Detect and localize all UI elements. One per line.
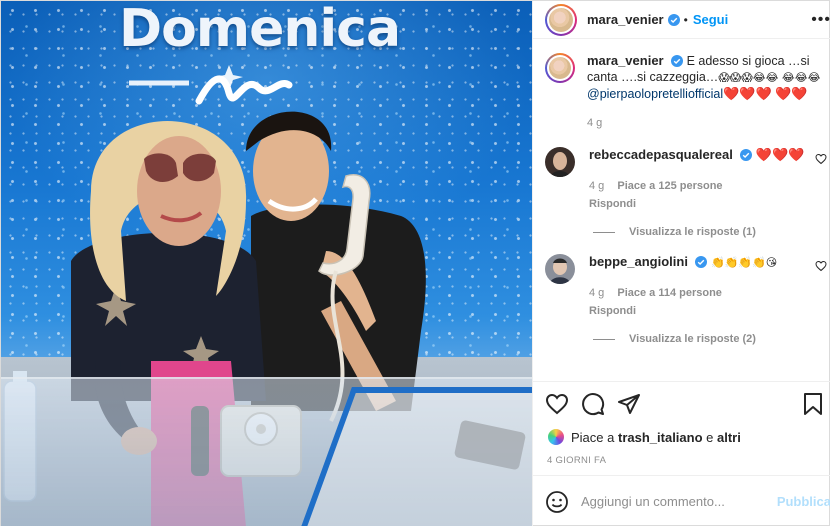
likes-prefix: Piace a [571,429,615,445]
reply-button[interactable]: Rispondi [589,303,817,319]
post-header: mara_venier • Segui ••• [533,1,830,39]
view-replies-label: Visualizza le risposte (1) [629,226,756,238]
author-avatar[interactable] [545,3,577,36]
comment-age[interactable]: 4 g [589,180,604,192]
commenter-username[interactable]: beppe_angiolini [589,254,688,269]
view-replies-button[interactable]: Visualizza le risposte (2) [593,333,827,345]
caption-body: mara_venier E adesso si gioca …si canta … [587,53,827,131]
likes-summary: Piace a trash_italiano e altri [533,425,830,449]
verified-badge-icon [740,149,753,161]
caption-hearts-2: ❤️❤️ [775,87,808,102]
header-separator: • [683,12,688,27]
like-heart-icon[interactable] [545,392,569,416]
liker-username[interactable]: trash_italiano [618,430,703,445]
comment-likes-count[interactable]: Piace a 125 persone [617,180,722,192]
liker-avatar[interactable] [547,428,565,446]
likes-others-link[interactable]: altri [717,430,741,445]
add-comment-bar: Pubblica [533,475,830,526]
share-paper-plane-icon[interactable] [617,392,641,416]
replies-line [593,338,615,340]
caption-avatar[interactable] [545,53,575,83]
caption-emojis-2: 😂😂😂 [781,71,821,84]
view-replies-button[interactable]: Visualizza le risposte (1) [593,226,827,238]
comment-input[interactable] [581,494,777,509]
caption-emojis: 😱😱😱😂😂 [718,71,779,84]
comment-like-heart-icon[interactable] [815,153,827,165]
comment-text: ❤️❤️❤️ [755,148,805,163]
comment-like-heart-icon[interactable] [815,260,827,272]
comment-likes-count[interactable]: Piace a 114 persone [617,287,722,299]
comment-meta: 4 g Piace a 125 persone Rispondi [589,178,827,212]
emoji-smiley-icon[interactable] [545,490,569,514]
post-photo[interactable]: Domenica [1,1,532,526]
likes-middle: e [706,429,714,445]
instagram-post-modal: Domenica mara_venier • Segui ••• mara_ve… [0,0,830,526]
save-bookmark-icon[interactable] [801,392,825,416]
caption: mara_venier E adesso si gioca …si canta … [545,53,827,131]
comment-bubble-icon[interactable] [581,392,605,416]
comment-meta: 4 g Piace a 114 persone Rispondi [589,285,827,319]
caption-hearts: ❤️❤️❤️ [723,87,772,102]
comment-text: 👏👏👏👏😘 [710,256,778,269]
commenter-avatar[interactable] [545,254,575,284]
caption-username[interactable]: mara_venier [587,53,664,68]
comment-item: rebeccadepasqualereal ❤️❤️❤️ 4 g Piace a… [545,147,827,212]
replies-line [593,231,615,233]
comment-age[interactable]: 4 g [589,287,604,299]
post-side-panel: mara_venier • Segui ••• mara_venier E ad… [532,1,830,526]
comment-item: beppe_angiolini 👏👏👏👏😘 4 g Piace a 114 pe… [545,254,827,319]
commenter-username[interactable]: rebeccadepasqualereal [589,147,733,162]
author-username[interactable]: mara_venier [587,12,664,27]
follow-button[interactable]: Segui [693,12,728,27]
caption-age[interactable]: 4 g [587,115,827,131]
publish-button[interactable]: Pubblica [777,494,830,509]
more-options-icon[interactable]: ••• [811,11,830,28]
verified-badge-icon [667,13,680,26]
caption-mention-link[interactable]: @pierpaolopretelliofficial [587,87,723,101]
verified-badge-icon [695,256,708,268]
post-action-bar [533,381,830,425]
commenter-avatar[interactable] [545,147,575,177]
view-replies-label: Visualizza le risposte (2) [629,333,756,345]
reply-button[interactable]: Rispondi [589,196,817,212]
verified-badge-icon [671,55,684,67]
post-date[interactable]: 4 GIORNI FA [533,449,830,475]
comments-scroll-area[interactable]: mara_venier E adesso si gioca …si canta … [533,39,830,381]
